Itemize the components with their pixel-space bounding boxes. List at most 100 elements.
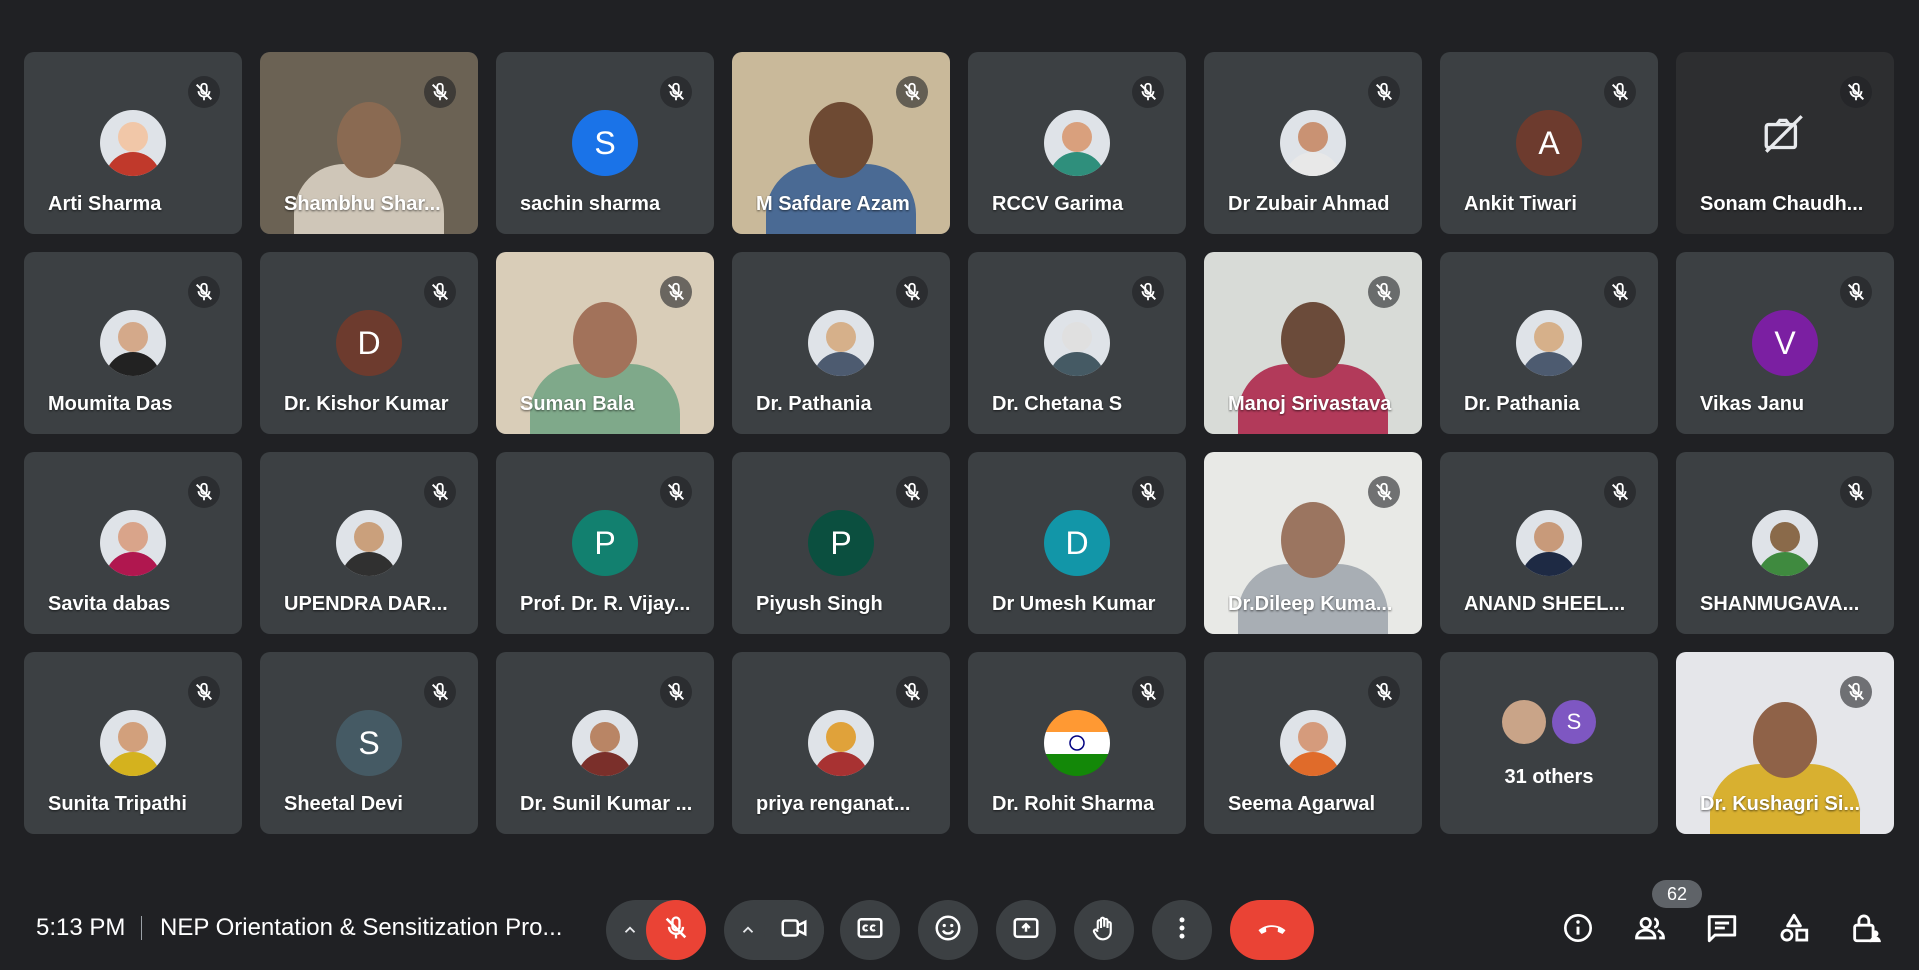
participant-tile[interactable]: M Safdare Azam (732, 52, 950, 234)
camera-off-icon (1760, 110, 1810, 165)
avatar: A (1516, 110, 1582, 176)
participant-tile[interactable]: P Prof. Dr. R. Vijay... (496, 452, 714, 634)
participant-tile[interactable]: Dr. Kushagri Si... (1676, 652, 1894, 834)
participant-tile[interactable]: Dr. Rohit Sharma (968, 652, 1186, 834)
mic-off-icon (660, 76, 692, 108)
mic-off-icon (1840, 76, 1872, 108)
participant-tile[interactable]: UPENDRA DAR... (260, 452, 478, 634)
participant-name: Prof. Dr. R. Vijay... (520, 593, 691, 615)
mic-off-icon (1132, 476, 1164, 508)
camera-controls (724, 900, 824, 960)
participant-tile[interactable]: S Sheetal Devi (260, 652, 478, 834)
participant-name: M Safdare Azam (756, 193, 910, 215)
info-icon (1562, 912, 1594, 949)
mic-off-icon (1840, 676, 1872, 708)
meeting-details-button[interactable] (1560, 912, 1596, 948)
avatar: S (572, 110, 638, 176)
participant-tile[interactable]: P Piyush Singh (732, 452, 950, 634)
participant-tile[interactable]: Shambhu Shar... (260, 52, 478, 234)
participant-name: Dr. Pathania (756, 393, 872, 415)
participant-tile[interactable]: A Ankit Tiwari (1440, 52, 1658, 234)
participant-tile[interactable]: Dr. Chetana S (968, 252, 1186, 434)
reactions-button[interactable] (918, 900, 978, 960)
chat-icon (1705, 911, 1739, 950)
mic-off-icon (896, 76, 928, 108)
participant-tile[interactable]: ANAND SHEEL... (1440, 452, 1658, 634)
mic-off-icon (660, 676, 692, 708)
avatar (808, 710, 874, 776)
show-everyone-button[interactable] (1632, 912, 1668, 948)
activities-shapes-icon (1777, 911, 1811, 950)
hand-icon (1089, 913, 1119, 948)
participant-tile[interactable]: Moumita Das (24, 252, 242, 434)
participant-name: Vikas Janu (1700, 393, 1805, 415)
participant-tile[interactable]: Sunita Tripathi (24, 652, 242, 834)
avatar: D (336, 310, 402, 376)
participant-name: Dr. Pathania (1464, 393, 1580, 415)
participant-tile[interactable]: Dr. Pathania (1440, 252, 1658, 434)
camera-toggle-button[interactable] (764, 900, 824, 960)
camera-icon (779, 913, 809, 948)
avatar (1044, 110, 1110, 176)
avatar: S (336, 710, 402, 776)
others-count-label: 31 others (1504, 766, 1594, 788)
present-screen-button[interactable] (996, 900, 1056, 960)
meeting-clock: 5:13 PM (36, 914, 126, 941)
participant-tile[interactable]: Seema Agarwal (1204, 652, 1422, 834)
bottom-control-bar: 5:13 PM NEP Orientation & Sensitization … (0, 880, 1919, 970)
participant-name: Dr. Chetana S (992, 393, 1123, 415)
raise-hand-button[interactable] (1074, 900, 1134, 960)
participant-tile[interactable]: priya renganat... (732, 652, 950, 834)
activities-button[interactable] (1776, 912, 1812, 948)
participant-name: Piyush Singh (756, 593, 883, 615)
participant-tile[interactable]: SHANMUGAVA... (1676, 452, 1894, 634)
participant-tile[interactable]: Dr.Dileep Kuma... (1204, 452, 1422, 634)
mic-off-icon (660, 476, 692, 508)
avatar: D (1044, 510, 1110, 576)
participant-tile[interactable]: Dr. Pathania (732, 252, 950, 434)
microphone-toggle-button[interactable] (646, 900, 706, 960)
mic-off-icon (1368, 276, 1400, 308)
participant-tile[interactable]: Manoj Srivastava (1204, 252, 1422, 434)
participant-tile[interactable]: Dr. Sunil Kumar ... (496, 652, 714, 834)
more-vert-icon (1167, 913, 1197, 948)
leave-call-button[interactable] (1230, 900, 1314, 960)
avatar: P (808, 510, 874, 576)
mic-off-icon (188, 76, 220, 108)
participant-name: Dr. Rohit Sharma (992, 793, 1155, 815)
present-icon (1011, 913, 1041, 948)
participant-tile[interactable]: Arti Sharma (24, 52, 242, 234)
mic-off-icon (1368, 676, 1400, 708)
mic-off-icon (424, 476, 456, 508)
avatar (336, 510, 402, 576)
more-options-button[interactable] (1152, 900, 1212, 960)
participant-tile[interactable]: Sonam Chaudh... (1676, 52, 1894, 234)
participant-tile[interactable]: Suman Bala (496, 252, 714, 434)
avatar (1044, 310, 1110, 376)
host-controls-button[interactable] (1848, 912, 1884, 948)
captions-button[interactable] (840, 900, 900, 960)
participant-tile[interactable]: D Dr. Kishor Kumar (260, 252, 478, 434)
participant-name: Shambhu Shar... (284, 193, 441, 215)
avatar (100, 510, 166, 576)
mic-off-icon (1604, 276, 1636, 308)
participant-tile[interactable]: V Vikas Janu (1676, 252, 1894, 434)
participant-tile[interactable]: D Dr Umesh Kumar (968, 452, 1186, 634)
audio-options-chevron-icon[interactable] (618, 918, 642, 942)
participant-name: Dr.Dileep Kuma... (1228, 593, 1393, 615)
participant-name: Moumita Das (48, 393, 173, 415)
participant-tile[interactable]: Ssachin sharma (496, 52, 714, 234)
avatar (1516, 310, 1582, 376)
chat-button[interactable] (1704, 912, 1740, 948)
participant-tile[interactable]: S 31 others (1440, 652, 1658, 834)
participant-name: SHANMUGAVA... (1700, 593, 1860, 615)
participant-name: Ankit Tiwari (1464, 193, 1577, 215)
mic-off-icon (1368, 476, 1400, 508)
mic-off-icon (896, 676, 928, 708)
video-options-chevron-icon[interactable] (736, 918, 760, 942)
participant-tile[interactable]: Savita dabas (24, 452, 242, 634)
participant-tile[interactable]: RCCV Garima (968, 52, 1186, 234)
mic-off-icon (1368, 76, 1400, 108)
participant-tile[interactable]: Dr Zubair Ahmad (1204, 52, 1422, 234)
meeting-title[interactable]: NEP Orientation & Sensitization Pro... (160, 914, 562, 942)
